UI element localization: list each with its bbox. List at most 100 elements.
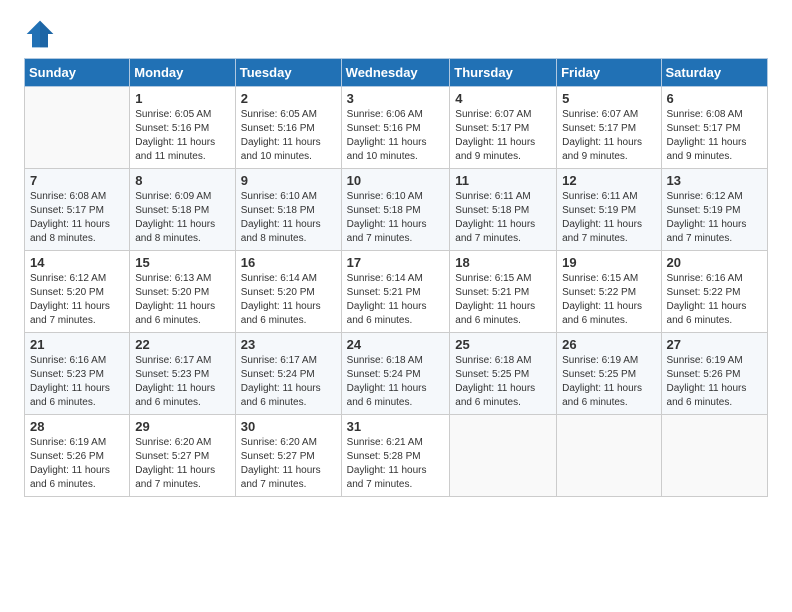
day-info: Sunrise: 6:08 AMSunset: 5:17 PMDaylight:… [667, 108, 762, 164]
calendar-cell: 31Sunrise: 6:21 AMSunset: 5:28 PMDayligh… [341, 415, 450, 497]
day-number: 27 [667, 337, 762, 352]
day-info: Sunrise: 6:07 AMSunset: 5:17 PMDaylight:… [562, 108, 655, 164]
calendar-cell: 29 Sunrise: 6:20 AMSunset: 5:27 PMDayligh… [130, 415, 236, 497]
calendar-cell: 20 Sunrise: 6:16 AMSunset: 5:22 PMDayligh… [661, 251, 767, 333]
day-number: 3 [347, 91, 445, 106]
calendar-cell: 10Sunrise: 6:10 AMSunset: 5:18 PMDayligh… [341, 169, 450, 251]
calendar-cell: 3 Sunrise: 6:06 AMSunset: 5:16 PMDaylight… [341, 87, 450, 169]
calendar-cell [450, 415, 557, 497]
day-number: 7 [30, 173, 124, 188]
day-info: Sunrise: 6:19 AMSunset: 5:26 PMDaylight:… [667, 354, 762, 410]
calendar-cell: 28 Sunrise: 6:19 AMSunset: 5:26 PMDayligh… [25, 415, 130, 497]
calendar-cell: 24 Sunrise: 6:18 AMSunset: 5:24 PMDayligh… [341, 333, 450, 415]
day-number: 19 [562, 255, 655, 270]
calendar-cell [557, 415, 661, 497]
day-info: Sunrise: 6:18 AMSunset: 5:24 PMDaylight:… [347, 354, 445, 410]
calendar-cell: 15 Sunrise: 6:13 AMSunset: 5:20 PMDayligh… [130, 251, 236, 333]
day-info: Sunrise: 6:16 AMSunset: 5:23 PMDaylight:… [30, 354, 124, 410]
day-number: 21 [30, 337, 124, 352]
calendar-header-row: SundayMondayTuesdayWednesdayThursdayFrid… [25, 59, 768, 87]
calendar-cell: 17 Sunrise: 6:14 AMSunset: 5:21 PMDayligh… [341, 251, 450, 333]
page: SundayMondayTuesdayWednesdayThursdayFrid… [0, 0, 792, 612]
day-number: 22 [135, 337, 230, 352]
calendar-cell: 4Sunrise: 6:07 AMSunset: 5:17 PMDaylight… [450, 87, 557, 169]
day-number: 5 [562, 91, 655, 106]
day-number: 14 [30, 255, 124, 270]
calendar-cell: 23Sunrise: 6:17 AMSunset: 5:24 PMDayligh… [235, 333, 341, 415]
calendar-cell: 1 Sunrise: 6:05 AMSunset: 5:16 PMDaylight… [130, 87, 236, 169]
day-number: 11 [455, 173, 551, 188]
day-info: Sunrise: 6:10 AMSunset: 5:18 PMDaylight:… [241, 190, 336, 246]
day-number: 20 [667, 255, 762, 270]
day-number: 2 [241, 91, 336, 106]
day-number: 12 [562, 173, 655, 188]
day-number: 16 [241, 255, 336, 270]
logo [24, 18, 60, 50]
calendar-cell: 25 Sunrise: 6:18 AMSunset: 5:25 PMDayligh… [450, 333, 557, 415]
day-info: Sunrise: 6:13 AMSunset: 5:20 PMDaylight:… [135, 272, 230, 328]
calendar-cell: 16 Sunrise: 6:14 AMSunset: 5:20 PMDayligh… [235, 251, 341, 333]
day-info: Sunrise: 6:18 AMSunset: 5:25 PMDaylight:… [455, 354, 551, 410]
calendar-cell: 18Sunrise: 6:15 AMSunset: 5:21 PMDayligh… [450, 251, 557, 333]
day-info: Sunrise: 6:11 AMSunset: 5:19 PMDaylight:… [562, 190, 655, 246]
day-info: Sunrise: 6:14 AMSunset: 5:21 PMDaylight:… [347, 272, 445, 328]
calendar-cell: 9 Sunrise: 6:10 AMSunset: 5:18 PMDaylight… [235, 169, 341, 251]
day-number: 1 [135, 91, 230, 106]
calendar-week-row: 7 Sunrise: 6:08 AMSunset: 5:17 PMDaylight… [25, 169, 768, 251]
day-number: 18 [455, 255, 551, 270]
day-info: Sunrise: 6:16 AMSunset: 5:22 PMDaylight:… [667, 272, 762, 328]
calendar-cell: 12 Sunrise: 6:11 AMSunset: 5:19 PMDayligh… [557, 169, 661, 251]
day-number: 9 [241, 173, 336, 188]
day-number: 25 [455, 337, 551, 352]
day-info: Sunrise: 6:08 AMSunset: 5:17 PMDaylight:… [30, 190, 124, 246]
day-info: Sunrise: 6:09 AMSunset: 5:18 PMDaylight:… [135, 190, 230, 246]
calendar-cell: 6 Sunrise: 6:08 AMSunset: 5:17 PMDaylight… [661, 87, 767, 169]
calendar-cell: 14 Sunrise: 6:12 AMSunset: 5:20 PMDayligh… [25, 251, 130, 333]
weekday-header-saturday: Saturday [661, 59, 767, 87]
weekday-header-sunday: Sunday [25, 59, 130, 87]
day-number: 8 [135, 173, 230, 188]
day-info: Sunrise: 6:05 AMSunset: 5:16 PMDaylight:… [241, 108, 336, 164]
weekday-header-tuesday: Tuesday [235, 59, 341, 87]
calendar-cell: 5 Sunrise: 6:07 AMSunset: 5:17 PMDaylight… [557, 87, 661, 169]
day-info: Sunrise: 6:11 AMSunset: 5:18 PMDaylight:… [455, 190, 551, 246]
day-number: 13 [667, 173, 762, 188]
calendar-cell: 11 Sunrise: 6:11 AMSunset: 5:18 PMDayligh… [450, 169, 557, 251]
calendar-week-row: 1 Sunrise: 6:05 AMSunset: 5:16 PMDaylight… [25, 87, 768, 169]
day-number: 17 [347, 255, 445, 270]
day-info: Sunrise: 6:19 AMSunset: 5:25 PMDaylight:… [562, 354, 655, 410]
calendar-cell: 30Sunrise: 6:20 AMSunset: 5:27 PMDayligh… [235, 415, 341, 497]
calendar-cell [25, 87, 130, 169]
calendar-cell: 7 Sunrise: 6:08 AMSunset: 5:17 PMDaylight… [25, 169, 130, 251]
day-number: 24 [347, 337, 445, 352]
day-info: Sunrise: 6:06 AMSunset: 5:16 PMDaylight:… [347, 108, 445, 164]
weekday-header-monday: Monday [130, 59, 236, 87]
day-info: Sunrise: 6:20 AMSunset: 5:27 PMDaylight:… [241, 436, 336, 492]
day-number: 29 [135, 419, 230, 434]
calendar-cell: 21 Sunrise: 6:16 AMSunset: 5:23 PMDayligh… [25, 333, 130, 415]
day-number: 28 [30, 419, 124, 434]
day-info: Sunrise: 6:05 AMSunset: 5:16 PMDaylight:… [135, 108, 230, 164]
calendar-cell: 27 Sunrise: 6:19 AMSunset: 5:26 PMDayligh… [661, 333, 767, 415]
day-info: Sunrise: 6:12 AMSunset: 5:19 PMDaylight:… [667, 190, 762, 246]
day-info: Sunrise: 6:14 AMSunset: 5:20 PMDaylight:… [241, 272, 336, 328]
day-number: 26 [562, 337, 655, 352]
day-info: Sunrise: 6:17 AMSunset: 5:23 PMDaylight:… [135, 354, 230, 410]
day-number: 15 [135, 255, 230, 270]
weekday-header-friday: Friday [557, 59, 661, 87]
logo-icon [24, 18, 56, 50]
header [24, 18, 768, 50]
day-number: 6 [667, 91, 762, 106]
calendar-week-row: 14 Sunrise: 6:12 AMSunset: 5:20 PMDayligh… [25, 251, 768, 333]
day-info: Sunrise: 6:12 AMSunset: 5:20 PMDaylight:… [30, 272, 124, 328]
day-info: Sunrise: 6:20 AMSunset: 5:27 PMDaylight:… [135, 436, 230, 492]
calendar-cell: 2 Sunrise: 6:05 AMSunset: 5:16 PMDaylight… [235, 87, 341, 169]
weekday-header-wednesday: Wednesday [341, 59, 450, 87]
day-number: 31 [347, 419, 445, 434]
day-info: Sunrise: 6:17 AMSunset: 5:24 PMDaylight:… [241, 354, 336, 410]
calendar-week-row: 28 Sunrise: 6:19 AMSunset: 5:26 PMDayligh… [25, 415, 768, 497]
calendar-cell [661, 415, 767, 497]
calendar-cell: 22 Sunrise: 6:17 AMSunset: 5:23 PMDayligh… [130, 333, 236, 415]
day-info: Sunrise: 6:19 AMSunset: 5:26 PMDaylight:… [30, 436, 124, 492]
calendar-week-row: 21 Sunrise: 6:16 AMSunset: 5:23 PMDayligh… [25, 333, 768, 415]
